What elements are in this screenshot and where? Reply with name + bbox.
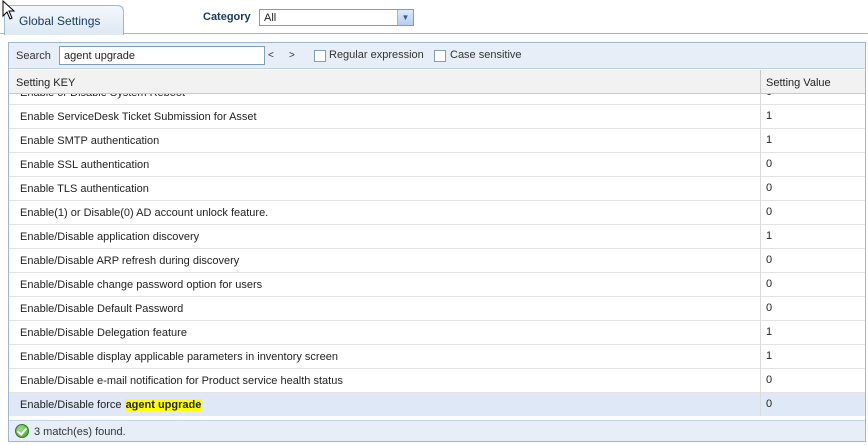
setting-value[interactable]: 1 xyxy=(766,350,772,362)
cell-divider xyxy=(760,105,761,129)
next-match-button[interactable]: > xyxy=(289,50,295,61)
setting-value[interactable]: 1 xyxy=(766,110,772,122)
column-header-key[interactable]: Setting KEY xyxy=(16,77,75,89)
setting-key: Enable ServiceDesk Ticket Submission for… xyxy=(20,111,257,123)
table-row[interactable]: Enable SSL authentication 0 xyxy=(9,153,865,177)
top-toolbar: Global Settings Category All ▼ xyxy=(0,0,868,35)
category-selected-value: All xyxy=(264,12,277,24)
setting-key: Enable SMTP authentication xyxy=(20,135,160,147)
table-row[interactable]: Enable or Disable System Reboot 0 xyxy=(9,94,865,105)
prev-match-button[interactable]: < xyxy=(268,50,274,61)
search-label: Search xyxy=(16,50,51,62)
table-row[interactable]: Enable ServiceDesk Ticket Submission for… xyxy=(9,105,865,129)
table-row[interactable]: Enable/Disable Default Password 0 xyxy=(9,297,865,321)
search-bar: Search < > Regular expression Case sensi… xyxy=(9,43,865,69)
cell-divider xyxy=(760,153,761,177)
setting-value[interactable]: 0 xyxy=(766,374,772,386)
cell-divider xyxy=(760,94,761,105)
cell-divider xyxy=(760,321,761,345)
setting-value[interactable]: 0 xyxy=(766,182,772,194)
cell-divider xyxy=(760,201,761,225)
setting-value[interactable]: 0 xyxy=(766,94,772,98)
check-circle-icon xyxy=(15,424,29,438)
setting-value[interactable]: 1 xyxy=(766,326,772,338)
setting-value[interactable]: 0 xyxy=(766,254,772,266)
cell-divider xyxy=(760,393,761,416)
table-row[interactable]: Enable SMTP authentication 1 xyxy=(9,129,865,153)
settings-table-body[interactable]: Enable or Disable System Reboot 0 Enable … xyxy=(9,94,865,416)
table-row-selected[interactable]: Enable/Disable force agent upgrade 0 xyxy=(9,393,865,416)
cell-divider xyxy=(760,273,761,297)
setting-key: Enable/Disable change password option fo… xyxy=(20,279,263,291)
table-row[interactable]: Enable/Disable ARP refresh during discov… xyxy=(9,249,865,273)
case-sensitive-checkbox[interactable] xyxy=(434,50,446,62)
column-header-value[interactable]: Setting Value xyxy=(766,77,831,89)
table-row[interactable]: Enable/Disable e-mail notification for P… xyxy=(9,369,865,393)
setting-value[interactable]: 0 xyxy=(766,278,772,290)
mouse-pointer-icon xyxy=(2,0,16,20)
tab-label: Global Settings xyxy=(19,14,101,28)
category-label: Category xyxy=(203,11,251,23)
setting-value[interactable]: 0 xyxy=(766,206,772,218)
tab-global-settings[interactable]: Global Settings xyxy=(4,5,124,35)
table-row[interactable]: Enable/Disable Delegation feature 1 xyxy=(9,321,865,345)
setting-key: Enable/Disable display applicable parame… xyxy=(20,351,338,363)
setting-value[interactable]: 1 xyxy=(766,134,772,146)
setting-key: Enable/Disable application discovery xyxy=(20,231,200,243)
setting-key: Enable TLS authentication xyxy=(20,183,149,195)
setting-key: Enable/Disable ARP refresh during discov… xyxy=(20,255,240,267)
setting-key: Enable or Disable System Reboot xyxy=(20,94,185,99)
status-bar: 3 match(es) found. xyxy=(9,420,865,441)
setting-key: Enable/Disable e-mail notification for P… xyxy=(20,375,343,387)
table-header: Setting KEY Setting Value xyxy=(9,70,865,94)
table-row[interactable]: Enable/Disable application discovery 1 xyxy=(9,225,865,249)
column-divider[interactable] xyxy=(760,70,761,94)
setting-key-prefix: Enable/Disable force xyxy=(20,399,125,411)
cell-divider xyxy=(760,177,761,201)
case-sensitive-checkbox-label: Case sensitive xyxy=(450,49,522,61)
table-row[interactable]: Enable(1) or Disable(0) AD account unloc… xyxy=(9,201,865,225)
cell-divider xyxy=(760,369,761,393)
search-input[interactable] xyxy=(59,46,265,65)
cell-divider xyxy=(760,345,761,369)
setting-value[interactable]: 1 xyxy=(766,230,772,242)
cell-divider xyxy=(760,249,761,273)
setting-key: Enable SSL authentication xyxy=(20,159,150,171)
setting-key: Enable/Disable Delegation feature xyxy=(20,327,187,339)
setting-key: Enable/Disable Default Password xyxy=(20,303,184,315)
settings-panel: Search < > Regular expression Case sensi… xyxy=(8,42,866,442)
regex-checkbox-label: Regular expression xyxy=(329,49,424,61)
cell-divider xyxy=(760,297,761,321)
status-text: 3 match(es) found. xyxy=(34,426,126,438)
regex-checkbox[interactable] xyxy=(314,50,326,62)
setting-key: Enable/Disable force agent upgrade xyxy=(20,399,203,411)
cell-divider xyxy=(760,225,761,249)
setting-value[interactable]: 0 xyxy=(766,302,772,314)
search-match-highlight: agent upgrade xyxy=(124,399,203,411)
category-select[interactable]: All ▼ xyxy=(259,9,414,26)
setting-value[interactable]: 0 xyxy=(766,158,772,170)
chevron-down-icon[interactable]: ▼ xyxy=(397,10,413,25)
table-row[interactable]: Enable TLS authentication 0 xyxy=(9,177,865,201)
table-row[interactable]: Enable/Disable display applicable parame… xyxy=(9,345,865,369)
setting-value[interactable]: 0 xyxy=(766,398,772,410)
table-row[interactable]: Enable/Disable change password option fo… xyxy=(9,273,865,297)
setting-key: Enable(1) or Disable(0) AD account unloc… xyxy=(20,207,269,219)
cell-divider xyxy=(760,129,761,153)
